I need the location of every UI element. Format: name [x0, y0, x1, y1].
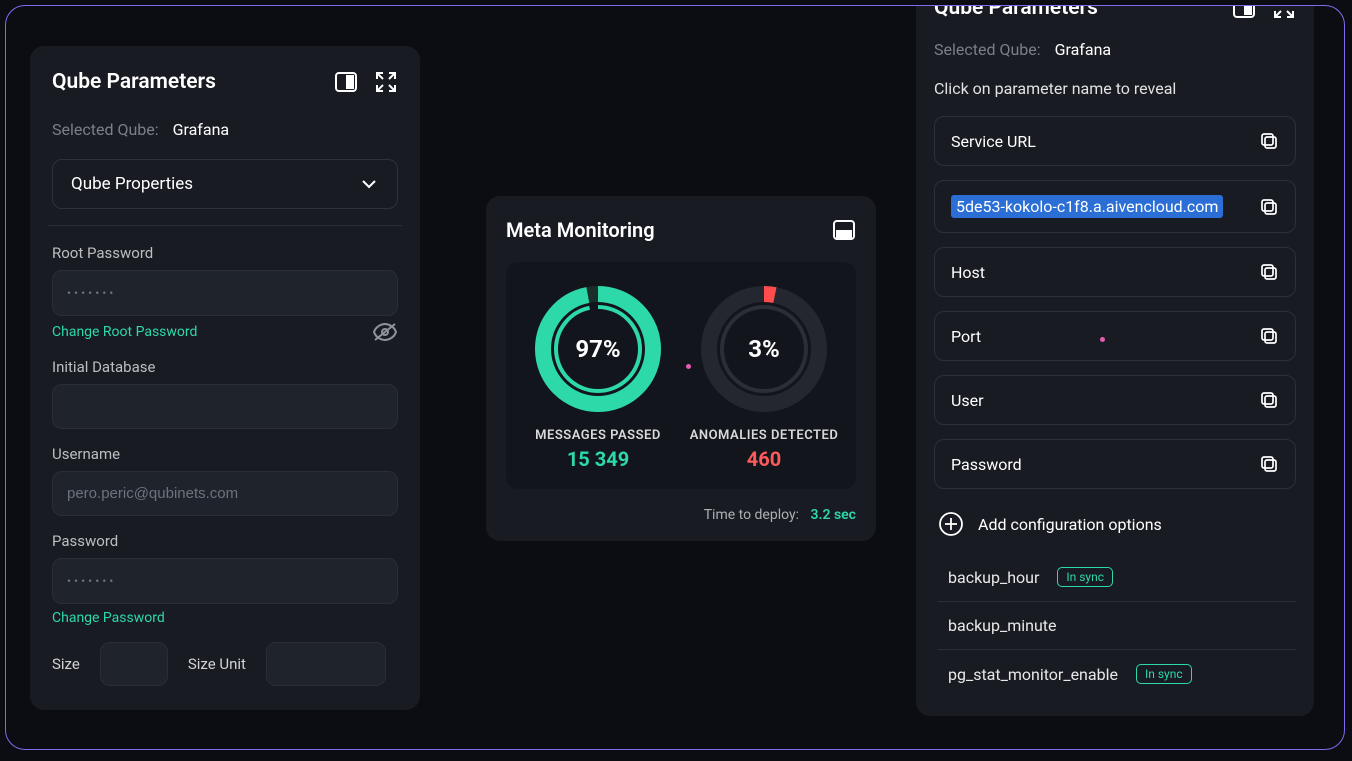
meta-monitoring-panel: Meta Monitoring 97% MESSAGES PASSED 15 3…: [486, 196, 876, 541]
anomalies-value: 460: [686, 447, 842, 471]
sync-badge: In sync: [1136, 664, 1192, 684]
size-label: Size: [52, 655, 80, 673]
panel-title: Qube Parameters: [52, 70, 216, 94]
copy-icon[interactable]: [1259, 326, 1279, 346]
param-user[interactable]: User: [934, 375, 1296, 425]
messages-passed-value: 15 349: [520, 447, 676, 471]
add-config-label: Add configuration options: [978, 515, 1162, 534]
sync-badge: In sync: [1057, 567, 1113, 587]
expand-icon[interactable]: [374, 70, 398, 94]
qube-properties-dropdown[interactable]: Qube Properties: [52, 159, 398, 209]
size-field[interactable]: [100, 642, 168, 686]
initial-database-field[interactable]: [52, 384, 398, 429]
change-password-link[interactable]: Change Password: [52, 610, 398, 626]
param-port[interactable]: Port: [934, 311, 1296, 361]
time-to-deploy-value: 3.2 sec: [811, 507, 857, 523]
param-label: User: [951, 391, 984, 410]
param-label: Password: [951, 455, 1022, 474]
decorative-dot: [686, 364, 691, 369]
messages-passed-label: MESSAGES PASSED: [520, 428, 676, 443]
password-label: Password: [52, 532, 398, 550]
copy-icon[interactable]: [1259, 454, 1279, 474]
config-item-backup-hour[interactable]: backup_hour In sync: [938, 553, 1296, 602]
config-name: pg_stat_monitor_enable: [948, 665, 1118, 684]
password-field[interactable]: •••••••: [52, 558, 398, 604]
panel-title: Qube Parameters: [934, 5, 1098, 20]
copy-icon[interactable]: [1259, 262, 1279, 282]
config-name: backup_hour: [948, 568, 1039, 587]
param-service-url-value[interactable]: 5de53-kokolo-c1f8.a.aivencloud.com: [934, 180, 1296, 233]
initial-database-label: Initial Database: [52, 358, 398, 376]
copy-icon[interactable]: [1259, 197, 1279, 217]
decorative-dot: [1100, 337, 1105, 342]
anomalies-label: ANOMALIES DETECTED: [686, 428, 842, 443]
username-label: Username: [52, 445, 398, 463]
selected-qube-value: Grafana: [173, 120, 230, 139]
window-mode-icon[interactable]: [1232, 5, 1256, 20]
username-field[interactable]: [52, 471, 398, 516]
time-to-deploy-label: Time to deploy:: [704, 507, 799, 523]
config-item-pg-stat-monitor[interactable]: pg_stat_monitor_enable In sync: [938, 650, 1296, 698]
selected-qube-value: Grafana: [1055, 40, 1112, 59]
config-item-backup-minute[interactable]: backup_minute: [938, 602, 1296, 650]
window-mode-icon[interactable]: [832, 218, 856, 242]
messages-passed-percent: 97%: [533, 284, 663, 414]
selected-qube-label: Selected Qube:: [52, 120, 159, 139]
chevron-down-icon: [359, 174, 379, 194]
dropdown-label: Qube Properties: [71, 174, 193, 194]
root-password-label: Root Password: [52, 244, 398, 262]
param-password[interactable]: Password: [934, 439, 1296, 489]
meta-monitoring-title: Meta Monitoring: [506, 218, 655, 242]
add-config-button[interactable]: Add configuration options: [938, 511, 1296, 537]
param-service-url[interactable]: Service URL: [934, 116, 1296, 166]
size-unit-field[interactable]: [266, 642, 386, 686]
expand-icon[interactable]: [1272, 5, 1296, 20]
qube-parameters-panel-left: Qube Parameters Selected Qube: Grafana Q…: [30, 46, 420, 710]
size-unit-label: Size Unit: [188, 655, 246, 673]
plus-circle-icon: [938, 511, 964, 537]
copy-icon[interactable]: [1259, 390, 1279, 410]
param-host[interactable]: Host: [934, 247, 1296, 297]
service-url-value: 5de53-kokolo-c1f8.a.aivencloud.com: [951, 195, 1223, 218]
copy-icon[interactable]: [1259, 131, 1279, 151]
param-label: Host: [951, 263, 985, 282]
root-password-field[interactable]: •••••••: [52, 270, 398, 316]
window-mode-icon[interactable]: [334, 70, 358, 94]
param-label: Port: [951, 327, 981, 346]
anomalies-percent: 3%: [699, 284, 829, 414]
param-label: Service URL: [951, 132, 1036, 151]
eye-off-icon[interactable]: [372, 322, 398, 342]
selected-qube-label: Selected Qube:: [934, 40, 1041, 59]
config-name: backup_minute: [948, 616, 1057, 635]
reveal-hint: Click on parameter name to reveal: [934, 79, 1296, 98]
change-root-password-link[interactable]: Change Root Password: [52, 324, 197, 340]
qube-parameters-panel-right: Qube Parameters Selected Qube: Grafana C…: [916, 5, 1314, 716]
